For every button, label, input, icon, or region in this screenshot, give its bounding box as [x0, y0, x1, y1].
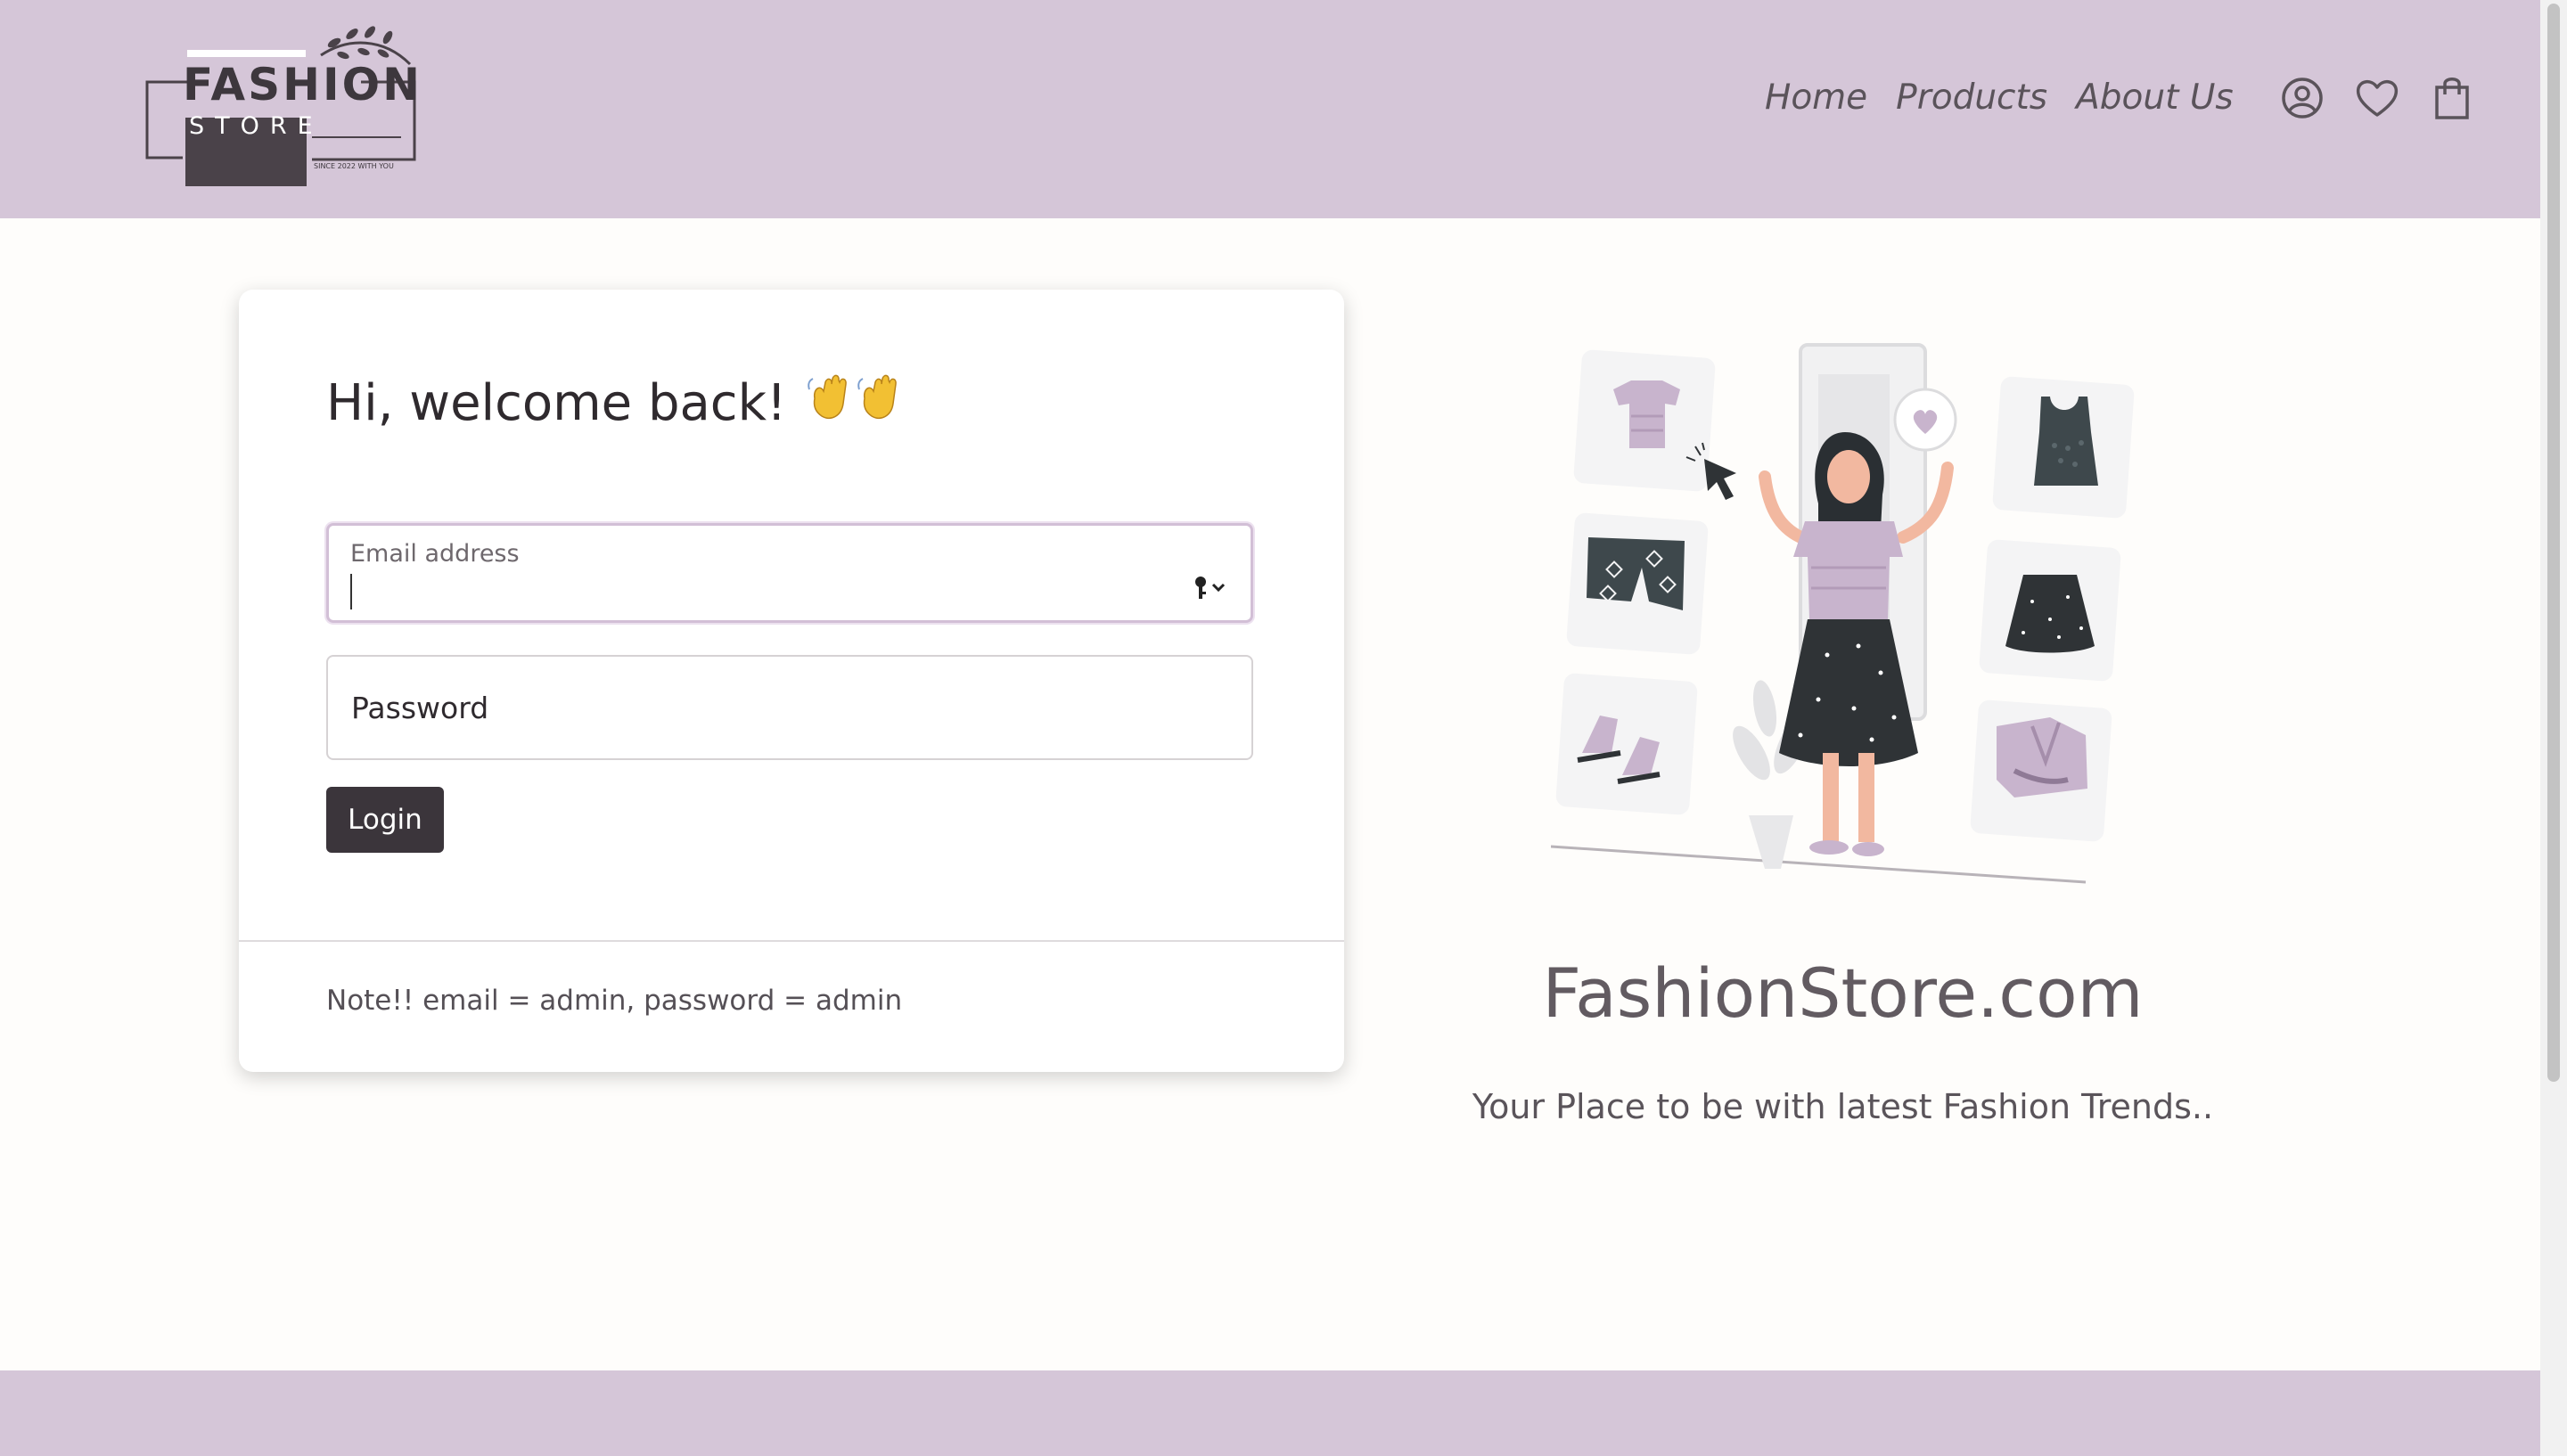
- waving-hands-icon: [806, 372, 913, 441]
- nav-link-about-us[interactable]: About Us: [2076, 73, 2234, 123]
- logo-text-fashion: FASHION: [183, 59, 422, 110]
- email-field-label: Email address: [350, 540, 520, 568]
- welcome-heading: Hi, welcome back!: [326, 372, 913, 441]
- nav-link-home[interactable]: Home: [1765, 73, 1867, 123]
- login-button[interactable]: Login: [326, 787, 444, 853]
- email-field[interactable]: Email address: [326, 523, 1253, 623]
- site-header: FASHION STORE SINCE 2022 WITH YOU Home P…: [0, 0, 2540, 218]
- logo-tagline: SINCE 2022 WITH YOU: [314, 162, 394, 170]
- page-scrollbar[interactable]: [2540, 0, 2567, 1456]
- nav-link-products[interactable]: Products: [1896, 73, 2047, 123]
- scrollbar-thumb[interactable]: [2547, 4, 2560, 1082]
- credentials-note: Note!! email = admin, password = admin: [326, 985, 903, 1017]
- main-nav: Home Products About Us: [1765, 73, 2234, 123]
- password-field[interactable]: Password: [326, 655, 1253, 760]
- password-field-placeholder: Password: [351, 691, 489, 725]
- text-caret: [350, 574, 352, 609]
- promo-title: FashionStore.com: [1542, 953, 2144, 1033]
- welcome-heading-text: Hi, welcome back!: [326, 374, 787, 433]
- user-icon[interactable]: [2278, 73, 2326, 123]
- fashion-shopping-illustration: [1550, 334, 2139, 896]
- shopping-bag-icon[interactable]: [2428, 73, 2476, 123]
- autofill-key-icon[interactable]: [1192, 574, 1227, 601]
- heart-icon[interactable]: [2353, 73, 2401, 123]
- site-footer: [0, 1370, 2540, 1456]
- login-card: Hi, welcome back! Email address Password…: [239, 290, 1344, 1072]
- promo-subtitle: Your Place to be with latest Fashion Tre…: [1472, 1087, 2214, 1126]
- logo-text-store: STORE: [189, 112, 324, 140]
- card-divider: [239, 940, 1344, 942]
